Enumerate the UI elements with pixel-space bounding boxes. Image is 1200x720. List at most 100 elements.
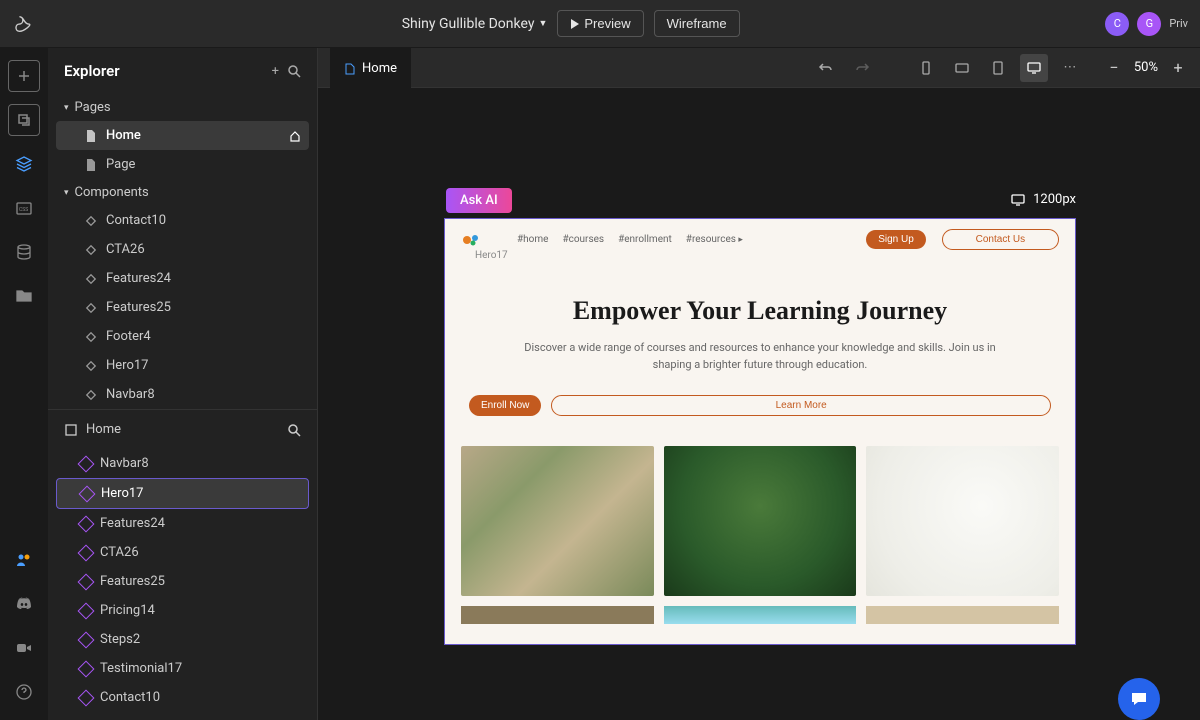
preview-hero: Empower Your Learning Journey Discover a… — [445, 260, 1075, 416]
help-icon[interactable] — [8, 676, 40, 708]
preview-image — [664, 446, 857, 596]
search-icon[interactable] — [287, 64, 301, 78]
page-item-home[interactable]: Home — [56, 121, 309, 150]
diamond-icon — [84, 330, 98, 344]
diamond-icon — [78, 515, 95, 532]
home-icon — [289, 130, 301, 142]
outline-item[interactable]: Features25 — [56, 567, 309, 596]
privacy-link[interactable]: Priv — [1169, 17, 1188, 30]
wireframe-button[interactable]: Wireframe — [654, 10, 740, 37]
diamond-icon — [79, 485, 96, 502]
outline-item[interactable]: Navbar8 — [56, 449, 309, 478]
preview-contact-button[interactable]: Contact Us — [942, 229, 1059, 250]
diamond-icon — [78, 660, 95, 677]
chevron-down-icon: ▼ — [538, 18, 547, 29]
pages-group[interactable]: ▾Pages — [48, 94, 317, 121]
outline-item[interactable]: Contact10 — [56, 683, 309, 712]
component-item[interactable]: Footer4 — [56, 322, 309, 351]
more-icon[interactable]: ⋯ — [1056, 54, 1084, 82]
preview-navbar: Hero17 #home #courses #enrollment #resou… — [445, 219, 1075, 260]
component-item[interactable]: Features24 — [56, 264, 309, 293]
component-item[interactable]: Contact10 — [56, 206, 309, 235]
add-icon[interactable] — [8, 60, 40, 92]
outline-item[interactable]: Testimonial17 — [56, 654, 309, 683]
page-item[interactable]: Page — [56, 150, 309, 179]
file-icon — [84, 129, 98, 143]
layers-icon[interactable] — [8, 148, 40, 180]
canvas-viewport[interactable]: Ask AI 1200px Hero17 #home #courses #enr… — [318, 88, 1200, 720]
preview-image — [664, 606, 857, 624]
preview-hero-subtitle: Discover a wide range of courses and res… — [510, 340, 1010, 373]
outline-item[interactable]: Steps2 — [56, 625, 309, 654]
diamond-icon — [84, 243, 98, 257]
tablet-landscape-icon[interactable] — [948, 54, 976, 82]
component-item[interactable]: Features25 — [56, 293, 309, 322]
preview-learn-button[interactable]: Learn More — [551, 395, 1051, 416]
preview-image — [461, 446, 654, 596]
canvas-tab-home[interactable]: Home — [330, 48, 411, 88]
folder-icon[interactable] — [8, 280, 40, 312]
outline-item[interactable]: Features24 — [56, 509, 309, 538]
diamond-icon — [78, 455, 95, 472]
css-icon[interactable]: CSS — [8, 192, 40, 224]
diamond-icon — [84, 301, 98, 315]
preview-nav-link[interactable]: #resources ▸ — [686, 234, 743, 245]
chevron-right-icon: ▸ — [738, 235, 743, 245]
avatar[interactable]: C — [1105, 12, 1129, 36]
diamond-icon — [84, 214, 98, 228]
zoom-in-button[interactable]: + — [1168, 58, 1188, 78]
component-item[interactable]: Hero17 — [56, 351, 309, 380]
chevron-down-icon: ▾ — [64, 103, 69, 113]
mobile-icon[interactable] — [912, 54, 940, 82]
preview-image — [866, 606, 1059, 624]
preview-button[interactable]: Preview — [557, 10, 643, 37]
diamond-icon — [78, 544, 95, 561]
components-group[interactable]: ▾Components — [48, 179, 317, 206]
selected-element-label: Hero17 — [475, 250, 508, 261]
redo-icon[interactable] — [848, 54, 876, 82]
diamond-icon — [78, 689, 95, 706]
top-bar: Shiny Gullible Donkey▼ Preview Wireframe… — [0, 0, 1200, 48]
play-icon — [570, 19, 580, 29]
diamond-icon — [78, 602, 95, 619]
desktop-icon[interactable] — [1020, 54, 1048, 82]
data-icon[interactable] — [8, 236, 40, 268]
preview-nav-link[interactable]: #enrollment — [618, 234, 672, 245]
undo-icon[interactable] — [812, 54, 840, 82]
outline-header: Home — [48, 409, 317, 449]
preview-image — [866, 446, 1059, 596]
outline-item[interactable]: CTA26 — [56, 538, 309, 567]
chat-fab[interactable] — [1118, 678, 1160, 720]
preview-enroll-button[interactable]: Enroll Now — [469, 395, 541, 416]
preview-frame[interactable]: Hero17 #home #courses #enrollment #resou… — [444, 218, 1076, 645]
file-icon — [344, 63, 356, 75]
preview-nav-link[interactable]: #courses — [562, 234, 604, 245]
desktop-icon — [1011, 193, 1025, 207]
preview-logo-icon — [461, 232, 483, 248]
video-icon[interactable] — [8, 632, 40, 664]
app-logo-icon — [12, 12, 36, 36]
team-icon[interactable] — [8, 544, 40, 576]
search-icon[interactable] — [287, 423, 301, 437]
preview-nav-link[interactable]: #home — [517, 234, 548, 245]
project-name-dropdown[interactable]: Shiny Gullible Donkey▼ — [402, 16, 548, 32]
duplicate-icon[interactable] — [8, 104, 40, 136]
page-chip-icon — [64, 423, 78, 437]
avatar[interactable]: G — [1137, 12, 1161, 36]
outline-item-hero17[interactable]: Hero17 — [56, 478, 309, 509]
component-item[interactable]: Navbar8 — [56, 380, 309, 409]
add-icon[interactable]: + — [272, 64, 279, 79]
discord-icon[interactable] — [8, 588, 40, 620]
preview-signup-button[interactable]: Sign Up — [866, 230, 926, 249]
canvas-toolbar: Home ⋯ − 50% + — [318, 48, 1200, 88]
diamond-icon — [84, 388, 98, 402]
zoom-out-button[interactable]: − — [1104, 58, 1124, 78]
zoom-level: 50% — [1134, 60, 1158, 75]
component-item[interactable]: CTA26 — [56, 235, 309, 264]
outline-item[interactable]: Pricing14 — [56, 596, 309, 625]
ask-ai-button[interactable]: Ask AI — [446, 188, 512, 213]
chevron-down-icon: ▾ — [64, 188, 69, 198]
tablet-icon[interactable] — [984, 54, 1012, 82]
chat-icon — [1129, 689, 1149, 709]
preview-hero-title: Empower Your Learning Journey — [469, 296, 1051, 326]
